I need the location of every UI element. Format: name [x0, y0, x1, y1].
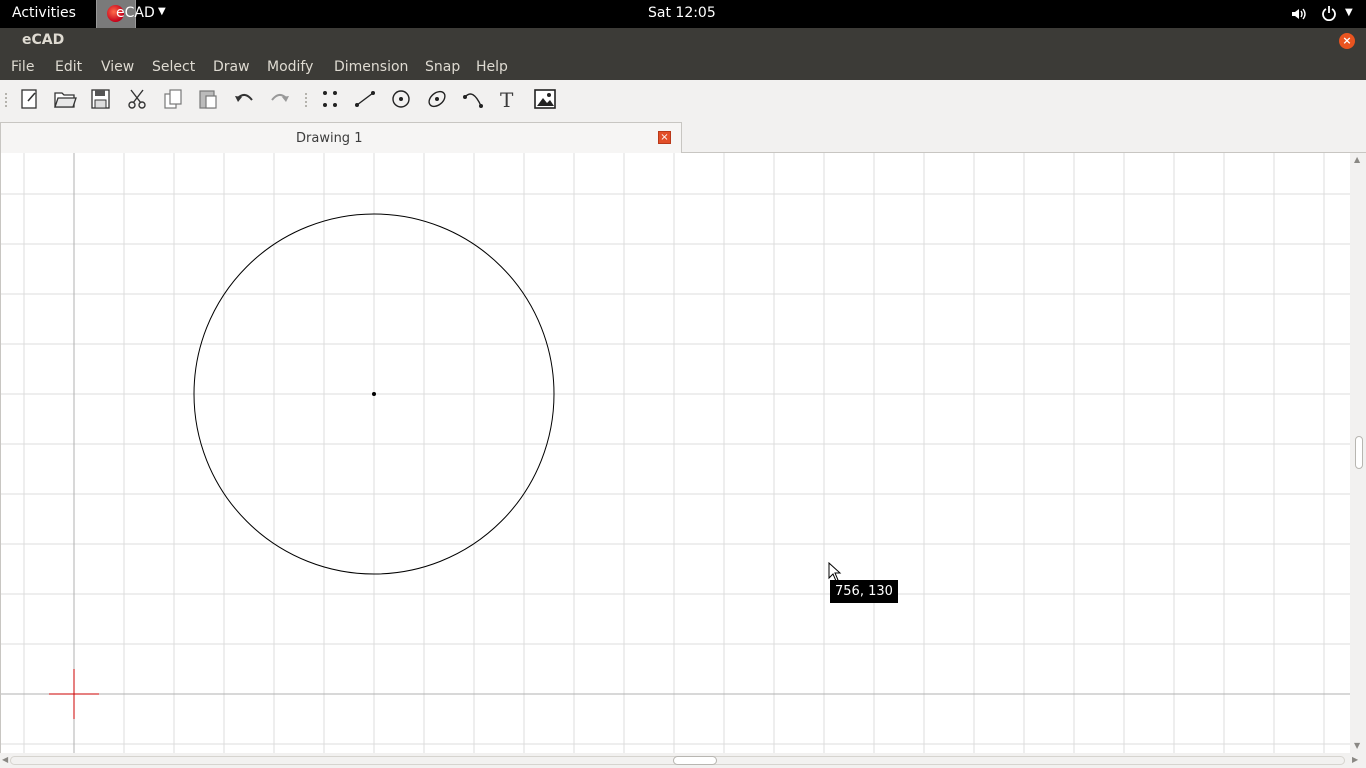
copy-icon[interactable] — [160, 88, 186, 112]
close-tab-button[interactable]: × — [658, 131, 671, 144]
chevron-down-icon[interactable]: ▼ — [1345, 7, 1353, 18]
canvas-svg[interactable] — [1, 153, 1350, 753]
app-menu-label: eCAD — [116, 5, 155, 21]
menu-bar: File Edit View Select Draw Modify Dimens… — [0, 54, 1366, 80]
menu-dimension[interactable]: Dimension — [334, 59, 408, 75]
menu-modify[interactable]: Modify — [267, 59, 313, 75]
paste-icon[interactable] — [195, 88, 221, 112]
vertical-scroll-thumb[interactable] — [1355, 436, 1363, 469]
toolbar: T — [0, 80, 1366, 120]
open-folder-icon[interactable] — [52, 88, 78, 112]
cut-icon[interactable] — [124, 88, 150, 112]
toolbar-grip[interactable] — [5, 93, 7, 107]
window-title: eCAD — [22, 32, 65, 48]
undo-icon[interactable] — [231, 88, 257, 112]
menu-edit[interactable]: Edit — [55, 59, 82, 75]
toolbar-grip[interactable] — [305, 93, 307, 107]
document-tabs: Drawing 1 × — [0, 120, 1366, 153]
text-tool-icon[interactable]: T — [500, 88, 513, 112]
menu-select[interactable]: Select — [152, 59, 195, 75]
scroll-right-icon[interactable]: ▶ — [1352, 755, 1358, 764]
menu-help[interactable]: Help — [476, 59, 508, 75]
vertical-scrollbar[interactable]: ▲ ▼ — [1350, 153, 1366, 753]
menu-snap[interactable]: Snap — [425, 59, 460, 75]
origin-marker — [49, 669, 99, 719]
circle-center-point[interactable] — [372, 392, 376, 396]
activities-button[interactable]: Activities — [12, 5, 76, 21]
draw-points-icon[interactable] — [317, 88, 343, 112]
canvas-grid — [1, 153, 1350, 753]
cursor-coordinates-tooltip: 756, 130 — [830, 580, 898, 603]
draw-ellipse-icon[interactable] — [424, 88, 450, 112]
tab-title: Drawing 1 — [296, 131, 363, 146]
menu-view[interactable]: View — [101, 59, 134, 75]
tab-drawing-1[interactable]: Drawing 1 × — [0, 122, 682, 153]
scroll-left-icon[interactable]: ◀ — [2, 755, 8, 764]
top-bar: Activities eCAD ▼ Sat 12:05 ▼ — [0, 0, 1366, 28]
draw-circle-icon[interactable] — [388, 88, 414, 112]
menu-file[interactable]: File — [11, 59, 34, 75]
drawing-canvas[interactable] — [0, 153, 1350, 753]
mouse-pointer-icon — [828, 562, 842, 582]
chevron-down-icon: ▼ — [158, 6, 166, 17]
insert-image-icon[interactable] — [532, 88, 558, 112]
draw-line-icon[interactable] — [352, 88, 378, 112]
horizontal-scroll-thumb[interactable] — [673, 756, 717, 765]
app-menu[interactable]: eCAD ▼ — [96, 0, 168, 28]
menu-draw[interactable]: Draw — [213, 59, 250, 75]
volume-icon[interactable] — [1291, 6, 1307, 26]
save-icon[interactable] — [88, 88, 114, 112]
scroll-up-icon[interactable]: ▲ — [1354, 155, 1360, 164]
horizontal-scrollbar[interactable]: ◀ ▶ — [0, 753, 1366, 768]
draw-arc-icon[interactable] — [460, 88, 486, 112]
clock[interactable]: Sat 12:05 — [648, 5, 716, 21]
window-title-bar[interactable]: eCAD × — [0, 28, 1366, 54]
power-icon[interactable] — [1321, 5, 1337, 25]
scroll-down-icon[interactable]: ▼ — [1354, 741, 1360, 750]
new-file-icon[interactable] — [16, 88, 42, 112]
redo-icon[interactable] — [267, 88, 293, 112]
close-window-button[interactable]: × — [1339, 33, 1355, 49]
